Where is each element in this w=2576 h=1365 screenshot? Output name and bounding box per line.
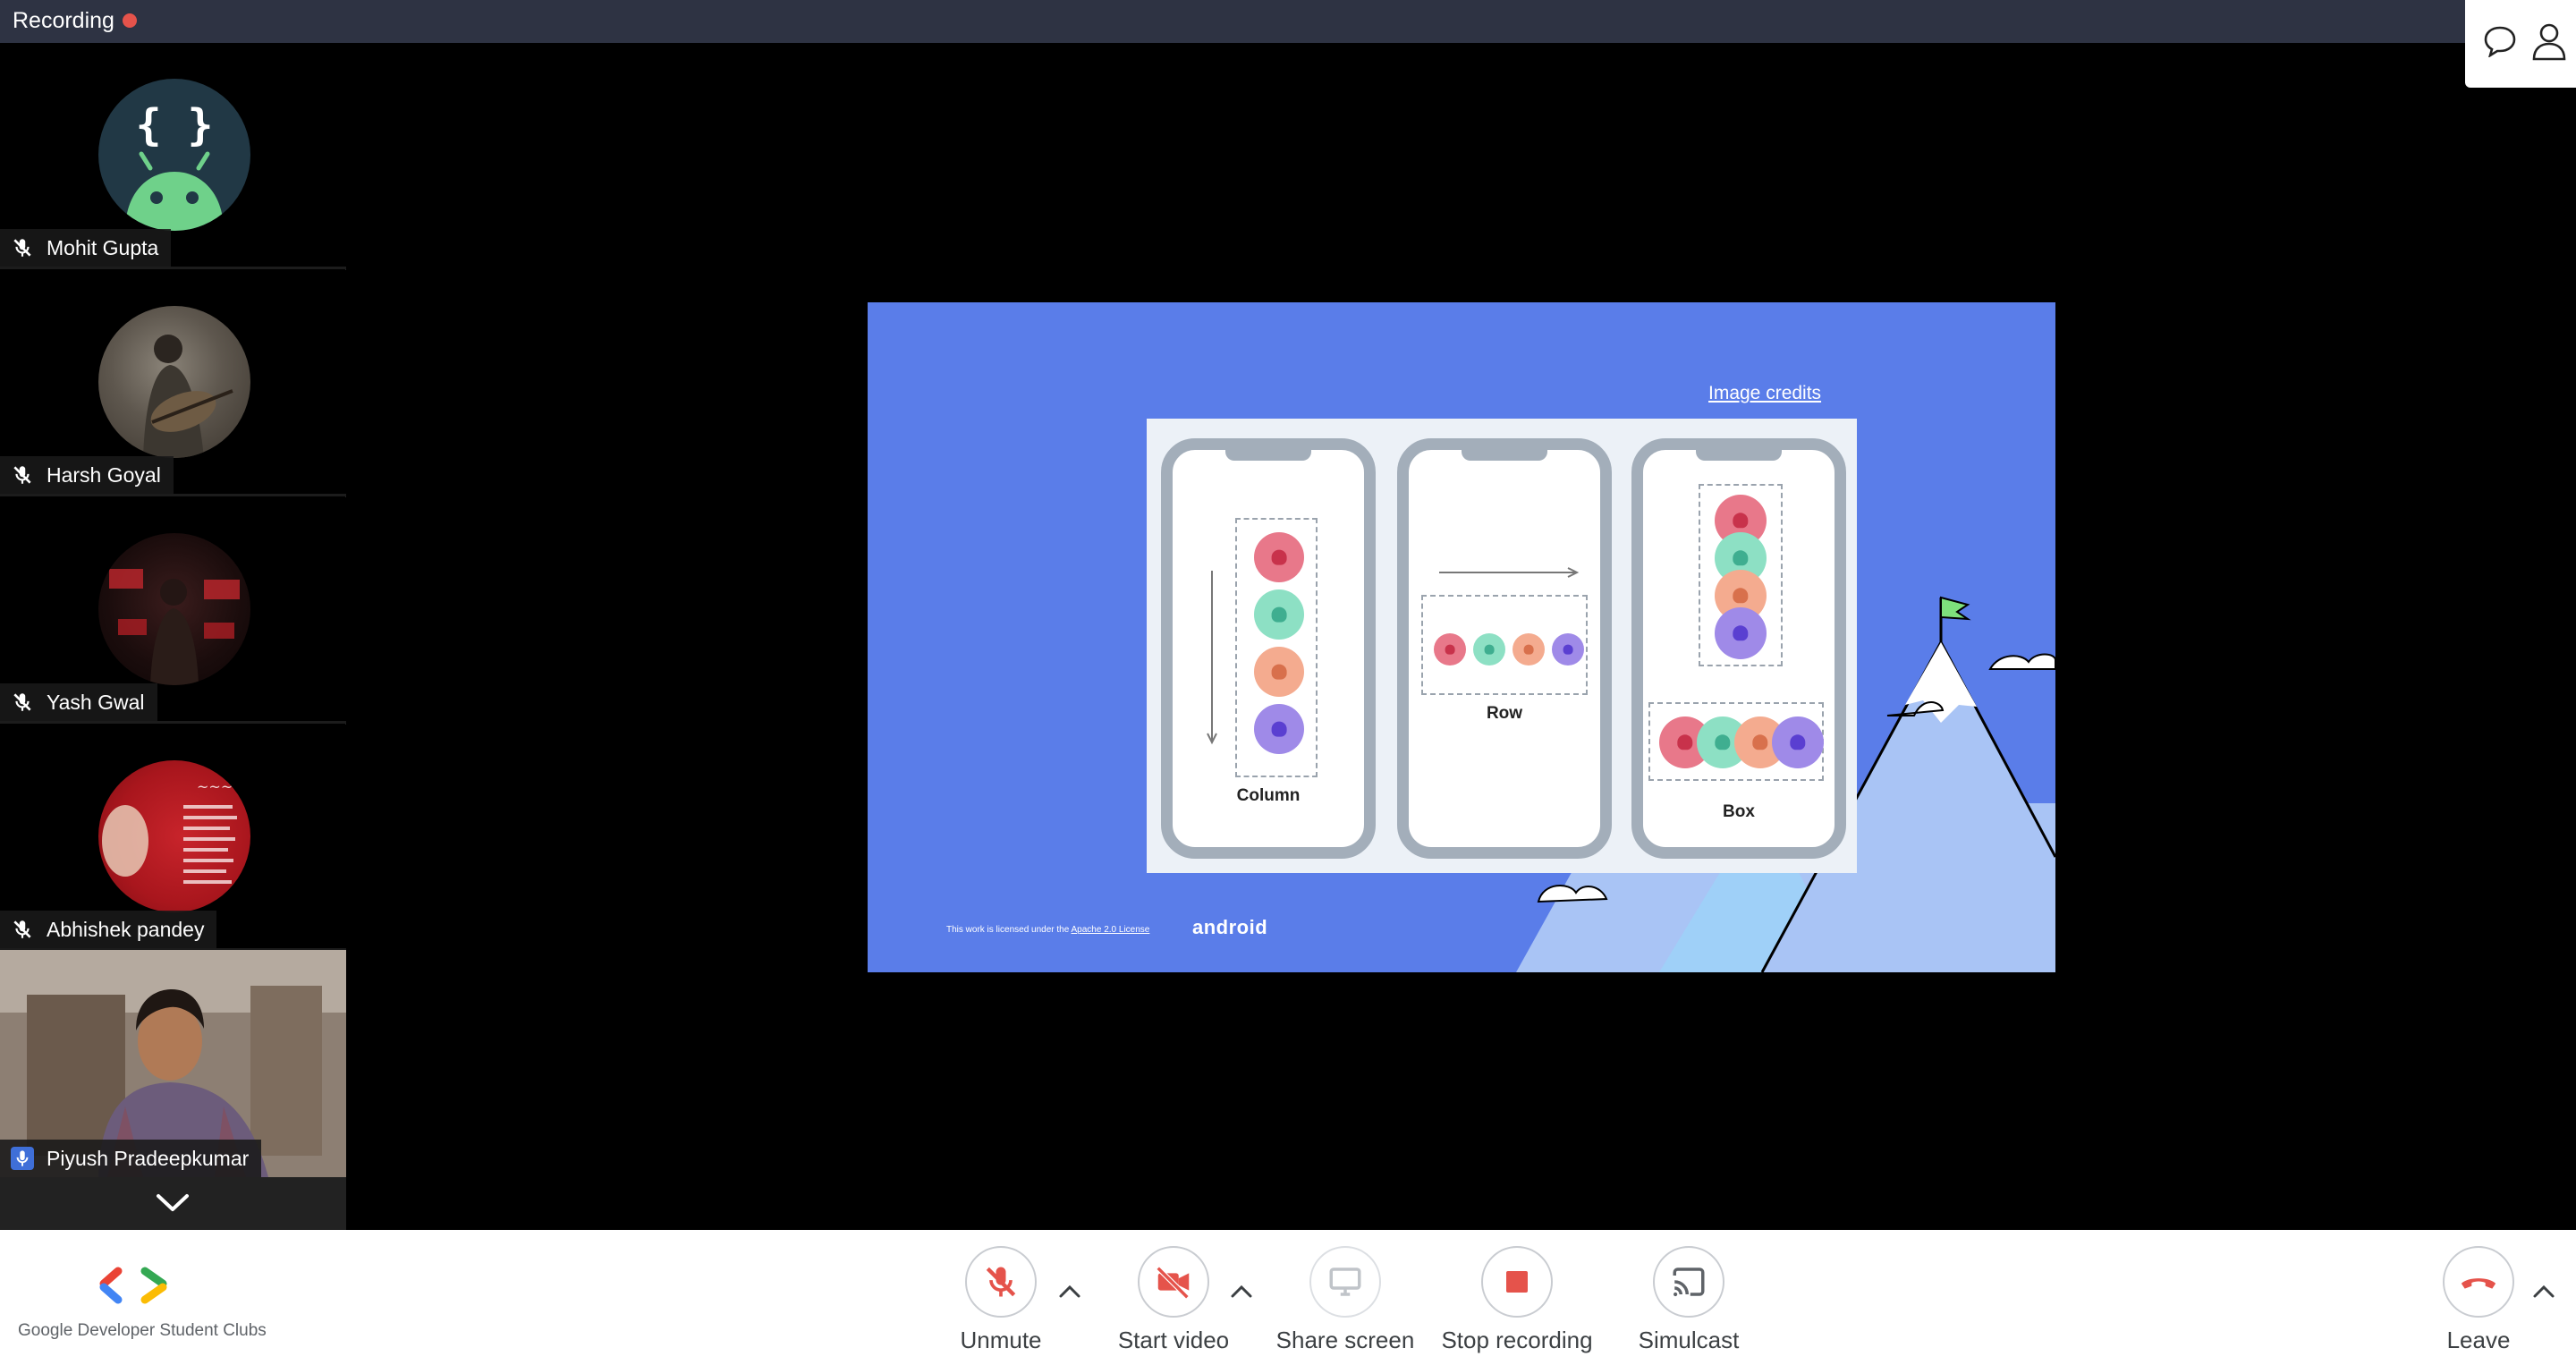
item-bubble [1772, 716, 1824, 768]
bottom-toolbar: Google Developer Student Clubs Unmute St… [0, 1230, 2576, 1365]
cast-icon [1673, 1268, 1705, 1297]
leave-options-chevron-up-icon[interactable] [2531, 1284, 2556, 1300]
share-screen-label: Share screen [1275, 1327, 1415, 1353]
phone-caption: Box [1723, 802, 1755, 821]
recording-label: Recording [13, 8, 114, 33]
dark-photo-icon [109, 569, 240, 685]
phone-notch [1696, 448, 1782, 461]
leave-circle[interactable] [2443, 1246, 2514, 1318]
item-bubble [1552, 633, 1584, 666]
chat-icon[interactable] [2483, 25, 2517, 57]
avatar [98, 533, 250, 685]
item-bubble [1473, 633, 1505, 666]
start-video-button[interactable]: Start video [1089, 1246, 1258, 1354]
mic-off-icon [13, 466, 31, 484]
participant-name-tag: Yash Gwal [0, 683, 157, 721]
show-more-participants-button[interactable] [0, 1177, 346, 1230]
stop-recording-circle[interactable] [1481, 1246, 1553, 1318]
stop-recording-button[interactable]: Stop recording [1432, 1246, 1602, 1354]
mic-off-icon [13, 239, 31, 257]
item-bubble [1254, 704, 1304, 754]
chevron-down-icon [157, 1194, 189, 1211]
svg-text:{ }: { } [136, 100, 214, 150]
phone-notch [1462, 448, 1547, 461]
share-screen-button[interactable]: Share screen [1260, 1246, 1430, 1354]
unmute-label: Unmute [960, 1327, 1042, 1353]
participants-icon[interactable] [2531, 21, 2567, 61]
phone-caption: Column [1236, 786, 1301, 805]
leave-button[interactable]: Leave [2394, 1246, 2563, 1354]
phone-row: Row [1397, 438, 1612, 859]
arrow-down-icon [1207, 571, 1217, 745]
start-video-circle[interactable] [1138, 1246, 1209, 1318]
leave-label: Leave [2446, 1327, 2511, 1353]
participant-tile[interactable]: Yash Gwal [0, 497, 346, 724]
item-bubble [1715, 607, 1767, 659]
recording-indicator-icon [123, 13, 137, 28]
video-off-icon [1156, 1266, 1190, 1300]
arrow-right-icon [1439, 567, 1580, 578]
android-logo-icon: { } [125, 100, 224, 231]
item-bubble [1254, 647, 1304, 697]
participant-name-tag: Piyush Pradeepkumar [0, 1140, 262, 1177]
avatar [98, 306, 250, 458]
stop-icon [1506, 1271, 1528, 1293]
shared-screen-slide: Image credits Column Row Box This work i… [868, 302, 2055, 972]
participant-name: Harsh Goyal [47, 462, 161, 487]
avatar: { } [98, 79, 250, 231]
share-screen-circle[interactable] [1309, 1246, 1381, 1318]
license-prefix: This work is licensed under the [946, 925, 1072, 935]
participant-name-tag: Abhishek pandey [0, 911, 217, 948]
participant-tile[interactable]: { } Mohit Gupta [0, 43, 346, 269]
item-bubble [1434, 633, 1466, 666]
top-bar: Recording [0, 0, 2576, 43]
participant-name: Yash Gwal [47, 690, 145, 714]
participant-name: Abhishek pandey [47, 917, 205, 941]
participant-tile[interactable]: Harsh Goyal [0, 270, 346, 496]
phone-caption: Row [1486, 704, 1523, 723]
participant-name: Mohit Gupta [47, 235, 159, 259]
stop-recording-label: Stop recording [1441, 1327, 1593, 1353]
android-brand: android [1192, 916, 1268, 938]
mic-off-icon [13, 920, 31, 938]
phone-notch [1225, 448, 1311, 461]
phone-column: Column [1161, 438, 1376, 859]
participant-name-tag: Mohit Gupta [0, 229, 172, 267]
item-bubble [1254, 589, 1304, 640]
phone-box: Box [1631, 438, 1846, 859]
layout-diagram-panel: Column Row Box [1147, 419, 1857, 873]
unmute-button[interactable]: Unmute [916, 1246, 1086, 1354]
svg-text:~~~: ~~~ [197, 778, 233, 795]
participants-sidebar: { } Mohit Gupta Harsh Goyal Yash Gwal ~~… [0, 43, 346, 1230]
audio-options-chevron-up-icon[interactable] [1057, 1284, 1082, 1300]
screen-share-icon [1329, 1268, 1361, 1296]
video-options-chevron-up-icon[interactable] [1229, 1284, 1254, 1300]
simulcast-label: Simulcast [1638, 1327, 1740, 1353]
start-video-label: Start video [1117, 1327, 1230, 1353]
guitar-photo-icon [143, 335, 233, 458]
image-credits-link[interactable]: Image credits [1708, 383, 1821, 404]
unmute-circle[interactable] [965, 1246, 1037, 1318]
album-photo-icon: ~~~ [102, 778, 237, 884]
license-text: This work is licensed under the Apache 2… [946, 925, 1149, 935]
avatar: ~~~ [98, 760, 250, 912]
simulcast-circle[interactable] [1653, 1246, 1724, 1318]
gdsc-logo-icon [99, 1267, 167, 1304]
gdsc-brand-text: Google Developer Student Clubs [18, 1321, 267, 1340]
simulcast-button[interactable]: Simulcast [1604, 1246, 1774, 1354]
participant-tile[interactable]: ~~~ Abhishek pandey [0, 725, 346, 951]
item-bubble [1513, 633, 1545, 666]
hang-up-icon [2461, 1278, 2496, 1289]
mic-on-icon [11, 1147, 34, 1170]
mic-off-icon [986, 1267, 1016, 1297]
item-bubble [1254, 532, 1304, 582]
participant-name: Piyush Pradeepkumar [47, 1146, 250, 1170]
top-right-actions [2465, 0, 2576, 88]
self-video-tile[interactable]: Piyush Pradeepkumar [0, 950, 346, 1177]
mic-off-icon [13, 693, 31, 711]
participant-name-tag: Harsh Goyal [0, 456, 174, 494]
license-link[interactable]: Apache 2.0 License [1072, 925, 1150, 935]
